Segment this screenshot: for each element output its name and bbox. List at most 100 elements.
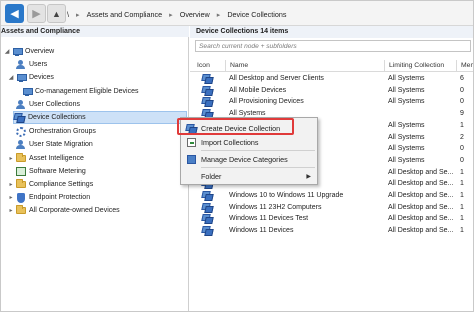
breadcrumb-device-collections[interactable]: Device Collections: [227, 10, 286, 19]
cell-name: Windows 10 to Windows 11 Upgrade: [229, 192, 344, 199]
tree-item-users[interactable]: Users: [15, 58, 47, 71]
menu-separator: [201, 150, 315, 151]
cell-limiting-collection: All Desktop and Se...: [388, 203, 454, 211]
user-collections-icon: [15, 100, 26, 110]
device-collection-icon: [202, 86, 212, 95]
tree-item-label: Compliance Settings: [29, 181, 94, 188]
tree-item-asset-intelligence[interactable]: ▸ Asset Intelligence: [7, 152, 84, 165]
table-row[interactable]: Windows 11 Devices All Desktop and Se... 1: [190, 225, 473, 236]
cell-limiting-collection: All Desktop and Se...: [388, 227, 454, 235]
breadcrumb-separator: ▸: [169, 9, 173, 19]
device-collection-icon: [202, 203, 212, 212]
cell-limiting-collection: All Systems: [388, 133, 425, 141]
tree-item-devices[interactable]: ◢ Devices: [7, 71, 54, 84]
cell-limiting-collection: All Systems: [388, 98, 425, 106]
table-row[interactable]: All Mobile Devices All Systems 0: [190, 85, 473, 96]
highlight-annotation: [177, 118, 294, 135]
cell-name: All Desktop and Server Clients: [229, 75, 324, 82]
folder-icon: [15, 153, 26, 164]
breadcrumb-root[interactable]: \: [67, 10, 69, 19]
address-bar: ◀ ▶ ▲ \ ▸ Assets and Compliance ▸ Overvi…: [1, 1, 473, 26]
column-header-limiting-collection[interactable]: Limiting Collection: [385, 60, 457, 71]
tree-item-label: All Corporate-owned Devices: [29, 207, 120, 214]
metering-icon: [15, 167, 26, 177]
tree-item-label: Devices: [29, 74, 54, 81]
tree-item-label: Users: [29, 61, 48, 68]
breadcrumb-separator: ▸: [76, 9, 80, 19]
folder-up-icon[interactable]: ▲: [47, 4, 66, 23]
table-row[interactable]: All Desktop and Server Clients All System…: [190, 73, 473, 84]
categories-icon: [181, 153, 201, 165]
column-header-members[interactable]: Memb: [457, 60, 473, 71]
tree-item-label: Device Collections: [28, 114, 86, 121]
menu-item-label: Manage Device Categories: [201, 154, 288, 164]
migration-icon: [15, 140, 26, 150]
cell-members: 0: [460, 156, 464, 164]
cell-limiting-collection: All Desktop and Se...: [388, 192, 454, 199]
orchestration-icon: [15, 126, 26, 137]
pane-title: Device Collections 14 items: [190, 26, 473, 38]
table-row[interactable]: Windows 11 23H2 Computers All Desktop and…: [190, 202, 473, 213]
tree-item-co-management[interactable]: Co-management Eligible Devices: [21, 85, 139, 98]
menu-separator: [201, 167, 315, 168]
table-row[interactable]: All Provisioning Devices All Systems 0: [190, 96, 473, 108]
cell-members: 0: [460, 145, 464, 153]
navigation-tree: Assets and Compliance ◢ Overview Users ◢…: [1, 26, 189, 311]
shield-icon: [15, 192, 26, 203]
devices-icon: [21, 87, 33, 97]
breadcrumb-separator: ▸: [216, 9, 221, 19]
expander-icon[interactable]: ▸: [7, 207, 15, 214]
tree-item-label: Co-management Eligible Devices: [35, 88, 139, 95]
menu-item-manage-device-categories[interactable]: Manage Device Categories: [181, 152, 317, 166]
cell-limiting-collection: All Systems: [388, 145, 425, 153]
tree-item-user-state-migration[interactable]: User State Migration: [15, 138, 93, 151]
expander-icon[interactable]: ◢: [3, 48, 11, 55]
arrow-left-icon[interactable]: ◀: [5, 4, 24, 23]
device-collection-icon: [202, 214, 212, 223]
menu-item-folder[interactable]: Folder ▶: [181, 169, 317, 183]
breadcrumb-overview[interactable]: Overview: [180, 10, 210, 19]
menu-item-label: Import Collections: [201, 137, 259, 147]
cell-members: 1: [460, 180, 464, 188]
users-icon: [15, 60, 26, 70]
arrow-right-icon[interactable]: ▶: [27, 4, 46, 23]
cell-members: 6: [460, 75, 464, 82]
cell-limiting-collection: All Systems: [388, 86, 425, 94]
cell-members: 1: [460, 192, 464, 199]
tree-item-label: Software Metering: [29, 168, 86, 175]
breadcrumb-assets-and-compliance[interactable]: Assets and Compliance: [87, 10, 163, 19]
search-input[interactable]: [195, 40, 471, 52]
tree-item-software-metering[interactable]: Software Metering: [15, 165, 86, 178]
console-window: ◀ ▶ ▲ \ ▸ Assets and Compliance ▸ Overvi…: [0, 0, 474, 312]
tree-item-orchestration-groups[interactable]: Orchestration Groups: [15, 125, 96, 138]
tree-item-user-collections[interactable]: User Collections: [15, 98, 80, 111]
device-collection-icon: [202, 97, 212, 106]
submenu-arrow-icon: ▶: [306, 173, 311, 180]
tree-item-overview[interactable]: ◢ Overview: [3, 45, 54, 58]
expander-icon[interactable]: ▸: [7, 181, 15, 188]
table-row[interactable]: Windows 10 to Windows 11 Upgrade All Desk…: [190, 190, 473, 201]
expander-icon[interactable]: ▸: [7, 194, 15, 201]
expander-icon[interactable]: ▸: [7, 155, 15, 162]
cell-members: 9: [460, 110, 464, 118]
column-header-name[interactable]: Name: [226, 60, 385, 71]
cell-members: 1: [460, 215, 464, 223]
tree-item-device-collections[interactable]: Device Collections: [13, 111, 187, 124]
tree-item-label: Orchestration Groups: [29, 128, 96, 135]
tree-item-endpoint-protection[interactable]: ▸ Endpoint Protection: [7, 191, 90, 204]
table-row[interactable]: Windows 11 Devices Test All Desktop and S…: [190, 213, 473, 225]
cell-members: 1: [460, 203, 464, 211]
folder-icon: [15, 205, 26, 216]
device-collection-icon: [202, 226, 212, 235]
tree-item-compliance-settings[interactable]: ▸ Compliance Settings: [7, 178, 93, 191]
cell-limiting-collection: [388, 108, 456, 119]
cell-limiting-collection: All Systems: [388, 75, 425, 82]
cell-members: 1: [460, 121, 464, 129]
expander-icon[interactable]: ◢: [7, 74, 15, 81]
tree-item-all-corporate-owned-devices[interactable]: ▸ All Corporate-owned Devices: [7, 204, 120, 217]
column-header-icon[interactable]: Icon: [193, 60, 226, 71]
device-collection-icon: [202, 74, 212, 83]
cell-name: Windows 11 Devices Test: [229, 215, 309, 223]
cell-name: All Mobile Devices: [229, 86, 287, 94]
menu-item-import-collections[interactable]: Import Collections: [181, 135, 317, 149]
